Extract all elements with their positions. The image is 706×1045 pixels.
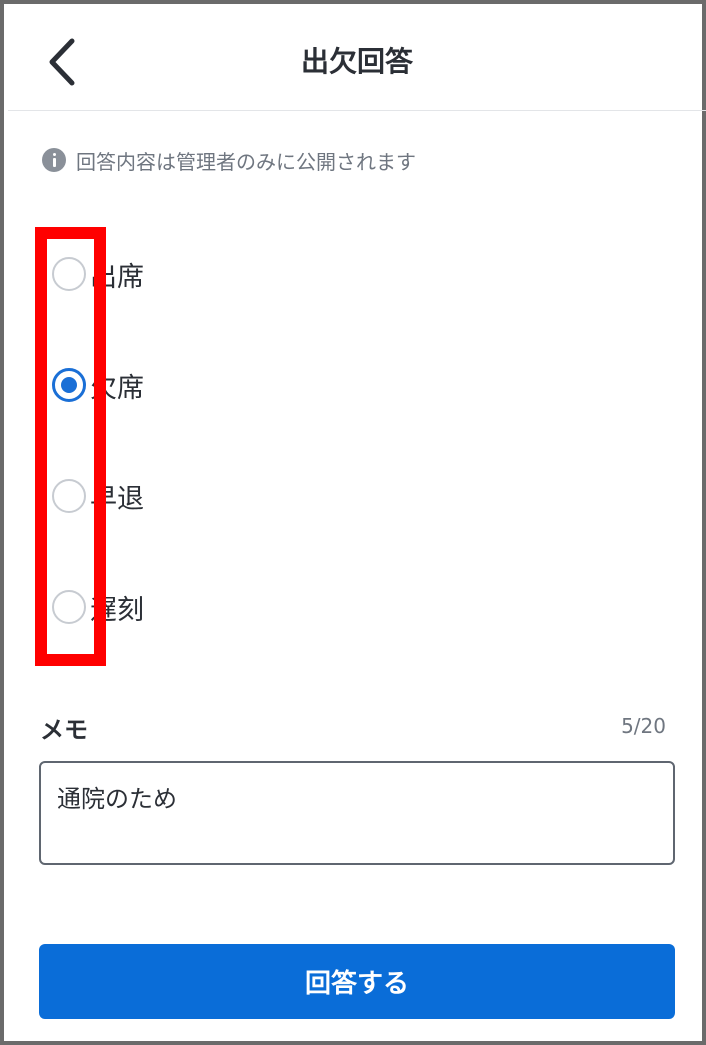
radio-label: 出席 <box>90 261 144 293</box>
radio-option-attend[interactable]: 出席 <box>52 244 144 304</box>
radio-button[interactable] <box>52 590 86 624</box>
radio-label: 早退 <box>90 483 144 515</box>
radio-option-late[interactable]: 遅刻 <box>52 577 144 637</box>
radio-label: 遅刻 <box>90 594 144 626</box>
privacy-notice-text: 回答内容は管理者のみに公開されます <box>76 149 416 174</box>
chevron-left-icon <box>49 38 75 86</box>
radio-button[interactable] <box>52 257 86 291</box>
radio-option-leave-early[interactable]: 早退 <box>52 466 144 526</box>
radio-button-selected[interactable] <box>52 368 86 402</box>
header: 出欠回答 <box>8 8 706 111</box>
page-title: 出欠回答 <box>300 44 413 78</box>
radio-option-absent[interactable]: 欠席 <box>52 355 144 415</box>
radio-label: 欠席 <box>90 372 144 404</box>
memo-input[interactable]: 通院のため <box>39 761 675 865</box>
radio-button[interactable] <box>52 479 86 513</box>
app-frame: 出欠回答 回答内容は管理者のみに公開されます 出席 欠席 早退 遅刻 メモ 5/ <box>0 0 706 1045</box>
submit-button[interactable]: 回答する <box>39 944 675 1019</box>
back-button[interactable] <box>38 34 86 90</box>
info-icon <box>42 148 66 172</box>
privacy-notice: 回答内容は管理者のみに公開されます <box>42 146 416 174</box>
memo-char-count: 5/20 <box>621 714 666 738</box>
memo-label: メモ <box>40 716 88 744</box>
